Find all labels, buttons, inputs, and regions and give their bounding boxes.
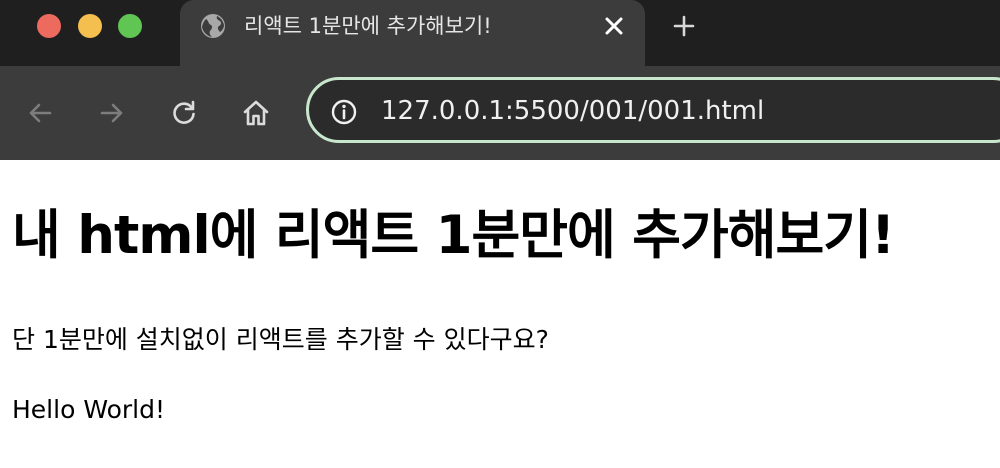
plus-icon[interactable]: [670, 12, 698, 40]
forward-arrow-icon[interactable]: [96, 97, 128, 129]
browser-window: 리액트 1분만에 추가해보기! 127.0.0.1:5500/001/001.h…: [0, 0, 1000, 468]
browser-toolbar: 127.0.0.1:5500/001/001.html: [0, 66, 1000, 160]
tab-title: 리액트 1분만에 추가해보기!: [244, 14, 492, 38]
info-icon[interactable]: [330, 98, 358, 126]
maximize-window-button[interactable]: [118, 14, 142, 38]
page-content: 내 html에 리액트 1분만에 추가해보기! 단 1분만에 설치없이 리액트를…: [0, 160, 1000, 468]
home-icon[interactable]: [240, 97, 272, 129]
page-heading: 내 html에 리액트 1분만에 추가해보기!: [12, 205, 895, 266]
close-window-button[interactable]: [37, 14, 61, 38]
reload-icon[interactable]: [168, 97, 200, 129]
minimize-window-button[interactable]: [78, 14, 102, 38]
active-tab[interactable]: 리액트 1분만에 추가해보기!: [180, 0, 645, 66]
tab-strip: 리액트 1분만에 추가해보기!: [0, 0, 1000, 66]
globe-icon: [201, 14, 225, 38]
back-arrow-icon[interactable]: [24, 97, 56, 129]
page-description: 단 1분만에 설치없이 리액트를 추가할 수 있다구요?: [12, 325, 549, 354]
address-bar[interactable]: 127.0.0.1:5500/001/001.html: [306, 77, 1000, 143]
react-root-output: Hello World!: [12, 395, 165, 424]
url-text[interactable]: 127.0.0.1:5500/001/001.html: [381, 94, 764, 128]
close-icon[interactable]: [600, 12, 628, 40]
